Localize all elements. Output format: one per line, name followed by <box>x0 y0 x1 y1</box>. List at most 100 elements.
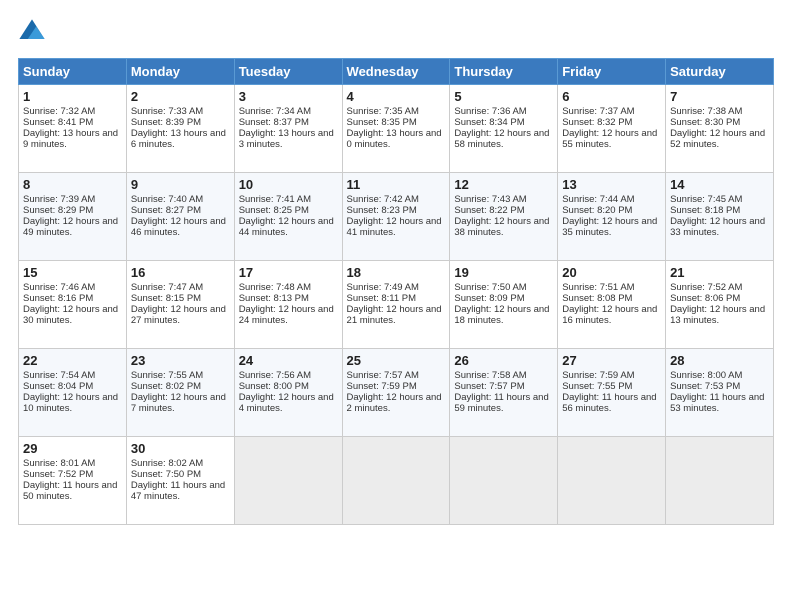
daylight-text: Daylight: 13 hours and 6 minutes. <box>131 128 226 150</box>
day-number: 10 <box>239 177 338 192</box>
calendar-cell: 19 Sunrise: 7:50 AM Sunset: 8:09 PM Dayl… <box>450 261 558 349</box>
header-cell-thursday: Thursday <box>450 59 558 85</box>
day-number: 13 <box>562 177 661 192</box>
sunrise-text: Sunrise: 8:01 AM <box>23 458 95 469</box>
calendar-cell: 4 Sunrise: 7:35 AM Sunset: 8:35 PM Dayli… <box>342 85 450 173</box>
sunset-text: Sunset: 8:11 PM <box>347 293 417 304</box>
day-number: 17 <box>239 265 338 280</box>
sunset-text: Sunset: 8:09 PM <box>454 293 524 304</box>
daylight-text: Daylight: 12 hours and 27 minutes. <box>131 304 226 326</box>
daylight-text: Daylight: 12 hours and 7 minutes. <box>131 392 226 414</box>
daylight-text: Daylight: 12 hours and 30 minutes. <box>23 304 118 326</box>
sunset-text: Sunset: 8:16 PM <box>23 293 93 304</box>
calendar-cell: 27 Sunrise: 7:59 AM Sunset: 7:55 PM Dayl… <box>558 349 666 437</box>
day-number: 7 <box>670 89 769 104</box>
sunset-text: Sunset: 8:39 PM <box>131 117 201 128</box>
calendar-cell: 7 Sunrise: 7:38 AM Sunset: 8:30 PM Dayli… <box>666 85 774 173</box>
header-cell-wednesday: Wednesday <box>342 59 450 85</box>
day-number: 30 <box>131 441 230 456</box>
sunrise-text: Sunrise: 7:38 AM <box>670 106 742 117</box>
sunrise-text: Sunrise: 7:32 AM <box>23 106 95 117</box>
calendar-cell: 3 Sunrise: 7:34 AM Sunset: 8:37 PM Dayli… <box>234 85 342 173</box>
sunset-text: Sunset: 8:23 PM <box>347 205 417 216</box>
daylight-text: Daylight: 11 hours and 53 minutes. <box>670 392 764 414</box>
daylight-text: Daylight: 12 hours and 49 minutes. <box>23 216 118 238</box>
sunset-text: Sunset: 8:20 PM <box>562 205 632 216</box>
calendar-cell: 13 Sunrise: 7:44 AM Sunset: 8:20 PM Dayl… <box>558 173 666 261</box>
sunset-text: Sunset: 7:50 PM <box>131 469 201 480</box>
daylight-text: Daylight: 12 hours and 35 minutes. <box>562 216 657 238</box>
calendar-cell: 1 Sunrise: 7:32 AM Sunset: 8:41 PM Dayli… <box>19 85 127 173</box>
sunset-text: Sunset: 8:13 PM <box>239 293 309 304</box>
sunrise-text: Sunrise: 7:48 AM <box>239 282 311 293</box>
sunrise-text: Sunrise: 7:57 AM <box>347 370 419 381</box>
daylight-text: Daylight: 12 hours and 38 minutes. <box>454 216 549 238</box>
sunrise-text: Sunrise: 7:34 AM <box>239 106 311 117</box>
sunrise-text: Sunrise: 7:42 AM <box>347 194 419 205</box>
week-row-2: 8 Sunrise: 7:39 AM Sunset: 8:29 PM Dayli… <box>19 173 774 261</box>
calendar-cell: 21 Sunrise: 7:52 AM Sunset: 8:06 PM Dayl… <box>666 261 774 349</box>
daylight-text: Daylight: 13 hours and 3 minutes. <box>239 128 334 150</box>
day-number: 1 <box>23 89 122 104</box>
sunset-text: Sunset: 7:59 PM <box>347 381 417 392</box>
header-cell-saturday: Saturday <box>666 59 774 85</box>
sunrise-text: Sunrise: 7:50 AM <box>454 282 526 293</box>
sunset-text: Sunset: 7:52 PM <box>23 469 93 480</box>
daylight-text: Daylight: 12 hours and 4 minutes. <box>239 392 334 414</box>
calendar-cell: 15 Sunrise: 7:46 AM Sunset: 8:16 PM Dayl… <box>19 261 127 349</box>
week-row-1: 1 Sunrise: 7:32 AM Sunset: 8:41 PM Dayli… <box>19 85 774 173</box>
daylight-text: Daylight: 11 hours and 50 minutes. <box>23 480 117 502</box>
day-number: 3 <box>239 89 338 104</box>
daylight-text: Daylight: 12 hours and 10 minutes. <box>23 392 118 414</box>
header-cell-tuesday: Tuesday <box>234 59 342 85</box>
daylight-text: Daylight: 12 hours and 16 minutes. <box>562 304 657 326</box>
sunset-text: Sunset: 8:25 PM <box>239 205 309 216</box>
calendar-cell: 11 Sunrise: 7:42 AM Sunset: 8:23 PM Dayl… <box>342 173 450 261</box>
daylight-text: Daylight: 11 hours and 47 minutes. <box>131 480 225 502</box>
sunrise-text: Sunrise: 7:43 AM <box>454 194 526 205</box>
daylight-text: Daylight: 12 hours and 52 minutes. <box>670 128 765 150</box>
day-number: 11 <box>347 177 446 192</box>
day-number: 5 <box>454 89 553 104</box>
calendar-cell: 6 Sunrise: 7:37 AM Sunset: 8:32 PM Dayli… <box>558 85 666 173</box>
sunset-text: Sunset: 7:53 PM <box>670 381 740 392</box>
day-number: 20 <box>562 265 661 280</box>
daylight-text: Daylight: 12 hours and 44 minutes. <box>239 216 334 238</box>
sunrise-text: Sunrise: 7:58 AM <box>454 370 526 381</box>
day-number: 14 <box>670 177 769 192</box>
header-cell-sunday: Sunday <box>19 59 127 85</box>
calendar-cell: 16 Sunrise: 7:47 AM Sunset: 8:15 PM Dayl… <box>126 261 234 349</box>
calendar-body: 1 Sunrise: 7:32 AM Sunset: 8:41 PM Dayli… <box>19 85 774 525</box>
day-number: 24 <box>239 353 338 368</box>
day-number: 2 <box>131 89 230 104</box>
day-number: 15 <box>23 265 122 280</box>
day-number: 23 <box>131 353 230 368</box>
week-row-3: 15 Sunrise: 7:46 AM Sunset: 8:16 PM Dayl… <box>19 261 774 349</box>
daylight-text: Daylight: 13 hours and 0 minutes. <box>347 128 442 150</box>
calendar-cell <box>234 437 342 525</box>
calendar-header: SundayMondayTuesdayWednesdayThursdayFrid… <box>19 59 774 85</box>
daylight-text: Daylight: 12 hours and 33 minutes. <box>670 216 765 238</box>
calendar-cell: 10 Sunrise: 7:41 AM Sunset: 8:25 PM Dayl… <box>234 173 342 261</box>
sunset-text: Sunset: 8:30 PM <box>670 117 740 128</box>
day-number: 18 <box>347 265 446 280</box>
calendar-cell: 23 Sunrise: 7:55 AM Sunset: 8:02 PM Dayl… <box>126 349 234 437</box>
sunrise-text: Sunrise: 7:44 AM <box>562 194 634 205</box>
calendar-cell: 28 Sunrise: 8:00 AM Sunset: 7:53 PM Dayl… <box>666 349 774 437</box>
calendar-cell <box>342 437 450 525</box>
daylight-text: Daylight: 12 hours and 58 minutes. <box>454 128 549 150</box>
sunset-text: Sunset: 8:37 PM <box>239 117 309 128</box>
week-row-5: 29 Sunrise: 8:01 AM Sunset: 7:52 PM Dayl… <box>19 437 774 525</box>
sunset-text: Sunset: 8:34 PM <box>454 117 524 128</box>
sunrise-text: Sunrise: 7:47 AM <box>131 282 203 293</box>
day-number: 28 <box>670 353 769 368</box>
sunrise-text: Sunrise: 7:56 AM <box>239 370 311 381</box>
calendar-cell: 9 Sunrise: 7:40 AM Sunset: 8:27 PM Dayli… <box>126 173 234 261</box>
daylight-text: Daylight: 11 hours and 56 minutes. <box>562 392 656 414</box>
sunrise-text: Sunrise: 7:55 AM <box>131 370 203 381</box>
calendar-cell: 12 Sunrise: 7:43 AM Sunset: 8:22 PM Dayl… <box>450 173 558 261</box>
calendar-cell: 17 Sunrise: 7:48 AM Sunset: 8:13 PM Dayl… <box>234 261 342 349</box>
daylight-text: Daylight: 13 hours and 9 minutes. <box>23 128 118 150</box>
week-row-4: 22 Sunrise: 7:54 AM Sunset: 8:04 PM Dayl… <box>19 349 774 437</box>
calendar-cell: 14 Sunrise: 7:45 AM Sunset: 8:18 PM Dayl… <box>666 173 774 261</box>
